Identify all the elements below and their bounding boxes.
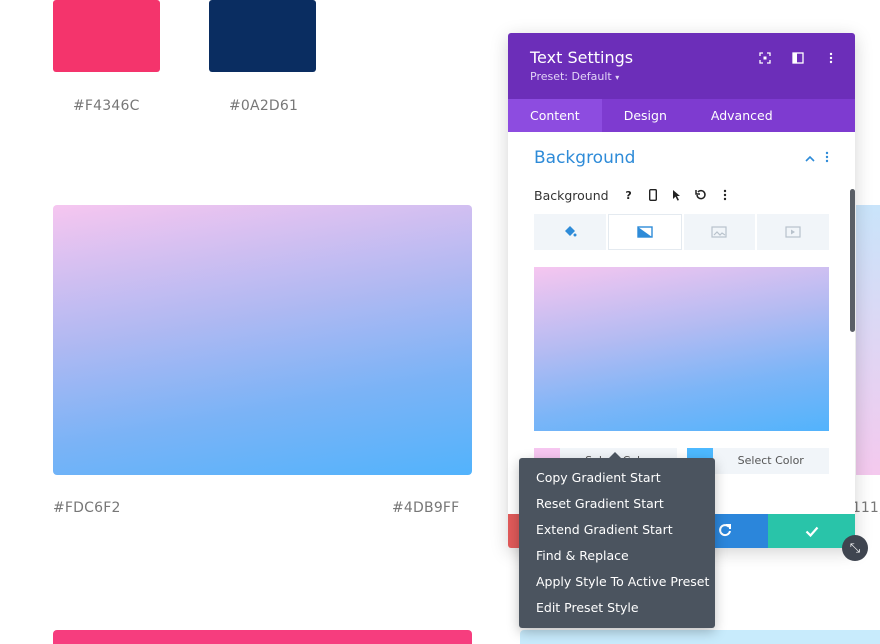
color-swatch-pink — [53, 0, 160, 72]
menu-item-extend-gradient-start[interactable]: Extend Gradient Start — [519, 517, 715, 543]
panel-header[interactable]: Text Settings Preset: Default ▾ — [508, 33, 855, 99]
section-more-icon[interactable] — [825, 151, 829, 166]
screenshot-icon[interactable] — [757, 50, 773, 66]
bg-type-color[interactable] — [534, 214, 606, 250]
color-swatch-navy — [209, 0, 316, 72]
tab-design[interactable]: Design — [602, 99, 689, 132]
menu-item-apply-style-preset[interactable]: Apply Style To Active Preset — [519, 569, 715, 595]
tab-content[interactable]: Content — [508, 99, 602, 132]
video-icon — [785, 223, 801, 242]
save-icon — [805, 522, 819, 541]
gradient-icon — [636, 223, 653, 242]
background-option-label: Background — [534, 187, 609, 203]
preset-label: Preset: Default — [530, 70, 612, 83]
tab-advanced[interactable]: Advanced — [689, 99, 795, 132]
page: #F4346C #0A2D61 #FDC6F2 #4DB9FF 111,1 Te… — [0, 0, 880, 644]
mobile-icon[interactable] — [645, 187, 661, 203]
menu-item-reset-gradient-start[interactable]: Reset Gradient Start — [519, 491, 715, 517]
cursor-icon[interactable] — [669, 187, 685, 203]
swatch-label-pink: #F4346C — [73, 98, 140, 114]
section-header-background[interactable]: Background — [534, 132, 829, 184]
right-hex-label: 111,1 — [852, 500, 880, 516]
bottom-card-pink — [53, 630, 472, 644]
menu-item-edit-preset-style[interactable]: Edit Preset Style — [519, 595, 715, 621]
background-type-tabs — [534, 214, 829, 250]
option-more-icon[interactable] — [717, 187, 733, 203]
help-icon[interactable]: ? — [621, 187, 637, 203]
panel-body: Background Background ? Select Color — [508, 132, 855, 474]
caret-down-icon: ▾ — [615, 73, 620, 82]
resize-handle[interactable]: ⤡ — [842, 535, 868, 561]
gradient-end-select[interactable]: Select Color — [713, 448, 830, 474]
bg-type-video[interactable] — [757, 214, 829, 250]
menu-item-find-replace[interactable]: Find & Replace — [519, 543, 715, 569]
gradient-card-right — [856, 205, 880, 475]
chevron-up-icon[interactable] — [805, 151, 815, 166]
resize-arrows-icon: ⤡ — [849, 540, 861, 556]
panel-scrollbar[interactable] — [850, 189, 855, 332]
columns-icon[interactable] — [790, 50, 806, 66]
paint-bucket-icon — [563, 223, 577, 242]
bg-type-gradient[interactable] — [607, 214, 682, 250]
menu-item-copy-gradient-start[interactable]: Copy Gradient Start — [519, 465, 715, 491]
bg-type-image[interactable] — [683, 214, 756, 250]
gradient-card — [53, 205, 472, 475]
context-menu: Copy Gradient Start Reset Gradient Start… — [519, 452, 715, 628]
redo-icon — [718, 522, 732, 541]
gradient-preview — [534, 267, 829, 431]
more-vertical-icon[interactable] — [823, 50, 839, 66]
preset-dropdown[interactable]: Preset: Default ▾ — [530, 70, 833, 83]
reset-icon[interactable] — [693, 187, 709, 203]
image-icon — [711, 223, 727, 242]
bottom-card-blue — [520, 630, 880, 644]
swatch-label-navy: #0A2D61 — [229, 98, 299, 114]
panel-tabs: Content Design Advanced — [508, 99, 855, 132]
gradient-end-label: #4DB9FF — [392, 500, 460, 516]
gradient-start-label: #FDC6F2 — [53, 500, 121, 516]
section-title: Background — [534, 148, 636, 168]
background-option-row: Background ? — [534, 184, 829, 206]
